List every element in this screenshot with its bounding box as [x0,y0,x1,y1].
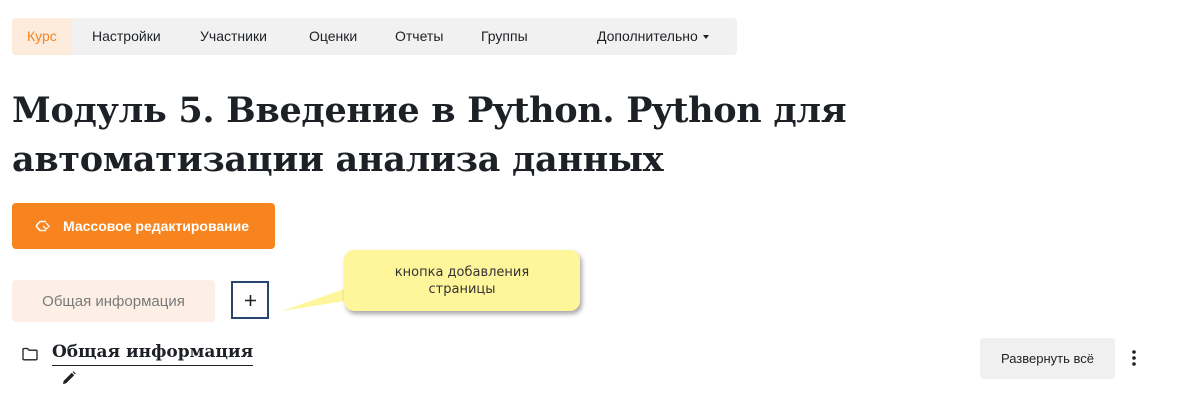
section-tab-general[interactable]: Общая информация [12,280,215,322]
nav-tab-reports[interactable]: Отчеты [395,18,443,55]
nav-more-dropdown[interactable]: Дополнительно [597,18,709,55]
nav-tab-course[interactable]: Курс [12,18,72,55]
nav-tab-groups[interactable]: Группы [481,18,528,55]
section-tab-label: Общая информация [42,292,185,310]
page-title: Модуль 5. Введение в Python. Python для … [12,90,847,180]
course-page: Курс Настройки Участники Оценки Отчеты Г… [0,0,1180,411]
bulk-edit-label: Массовое редактирование [63,218,250,234]
expand-all-label: Развернуть всё [1000,351,1094,366]
folder-icon [22,347,38,361]
plus-icon [244,294,256,306]
section-title[interactable]: Общая информация [52,339,254,366]
add-page-button[interactable] [231,281,269,319]
nav-tab-settings[interactable]: Настройки [92,18,161,55]
bulk-edit-button[interactable]: Массовое редактирование [12,203,275,249]
bulk-edit-icon [35,220,50,232]
expand-all-button[interactable]: Развернуть всё [980,338,1115,379]
pencil-icon[interactable] [62,371,76,385]
callout-text: кнопка добавления страницы [394,264,530,297]
callout-annotation: кнопка добавления страницы [344,250,580,311]
nav-more-label: Дополнительно [597,28,698,44]
course-nav: Курс Настройки Участники Оценки Отчеты Г… [12,18,737,55]
kebab-menu-icon[interactable] [1126,347,1142,369]
nav-tab-grades[interactable]: Оценки [309,18,357,55]
caret-down-icon [702,35,709,40]
nav-tab-participants[interactable]: Участники [200,18,267,55]
